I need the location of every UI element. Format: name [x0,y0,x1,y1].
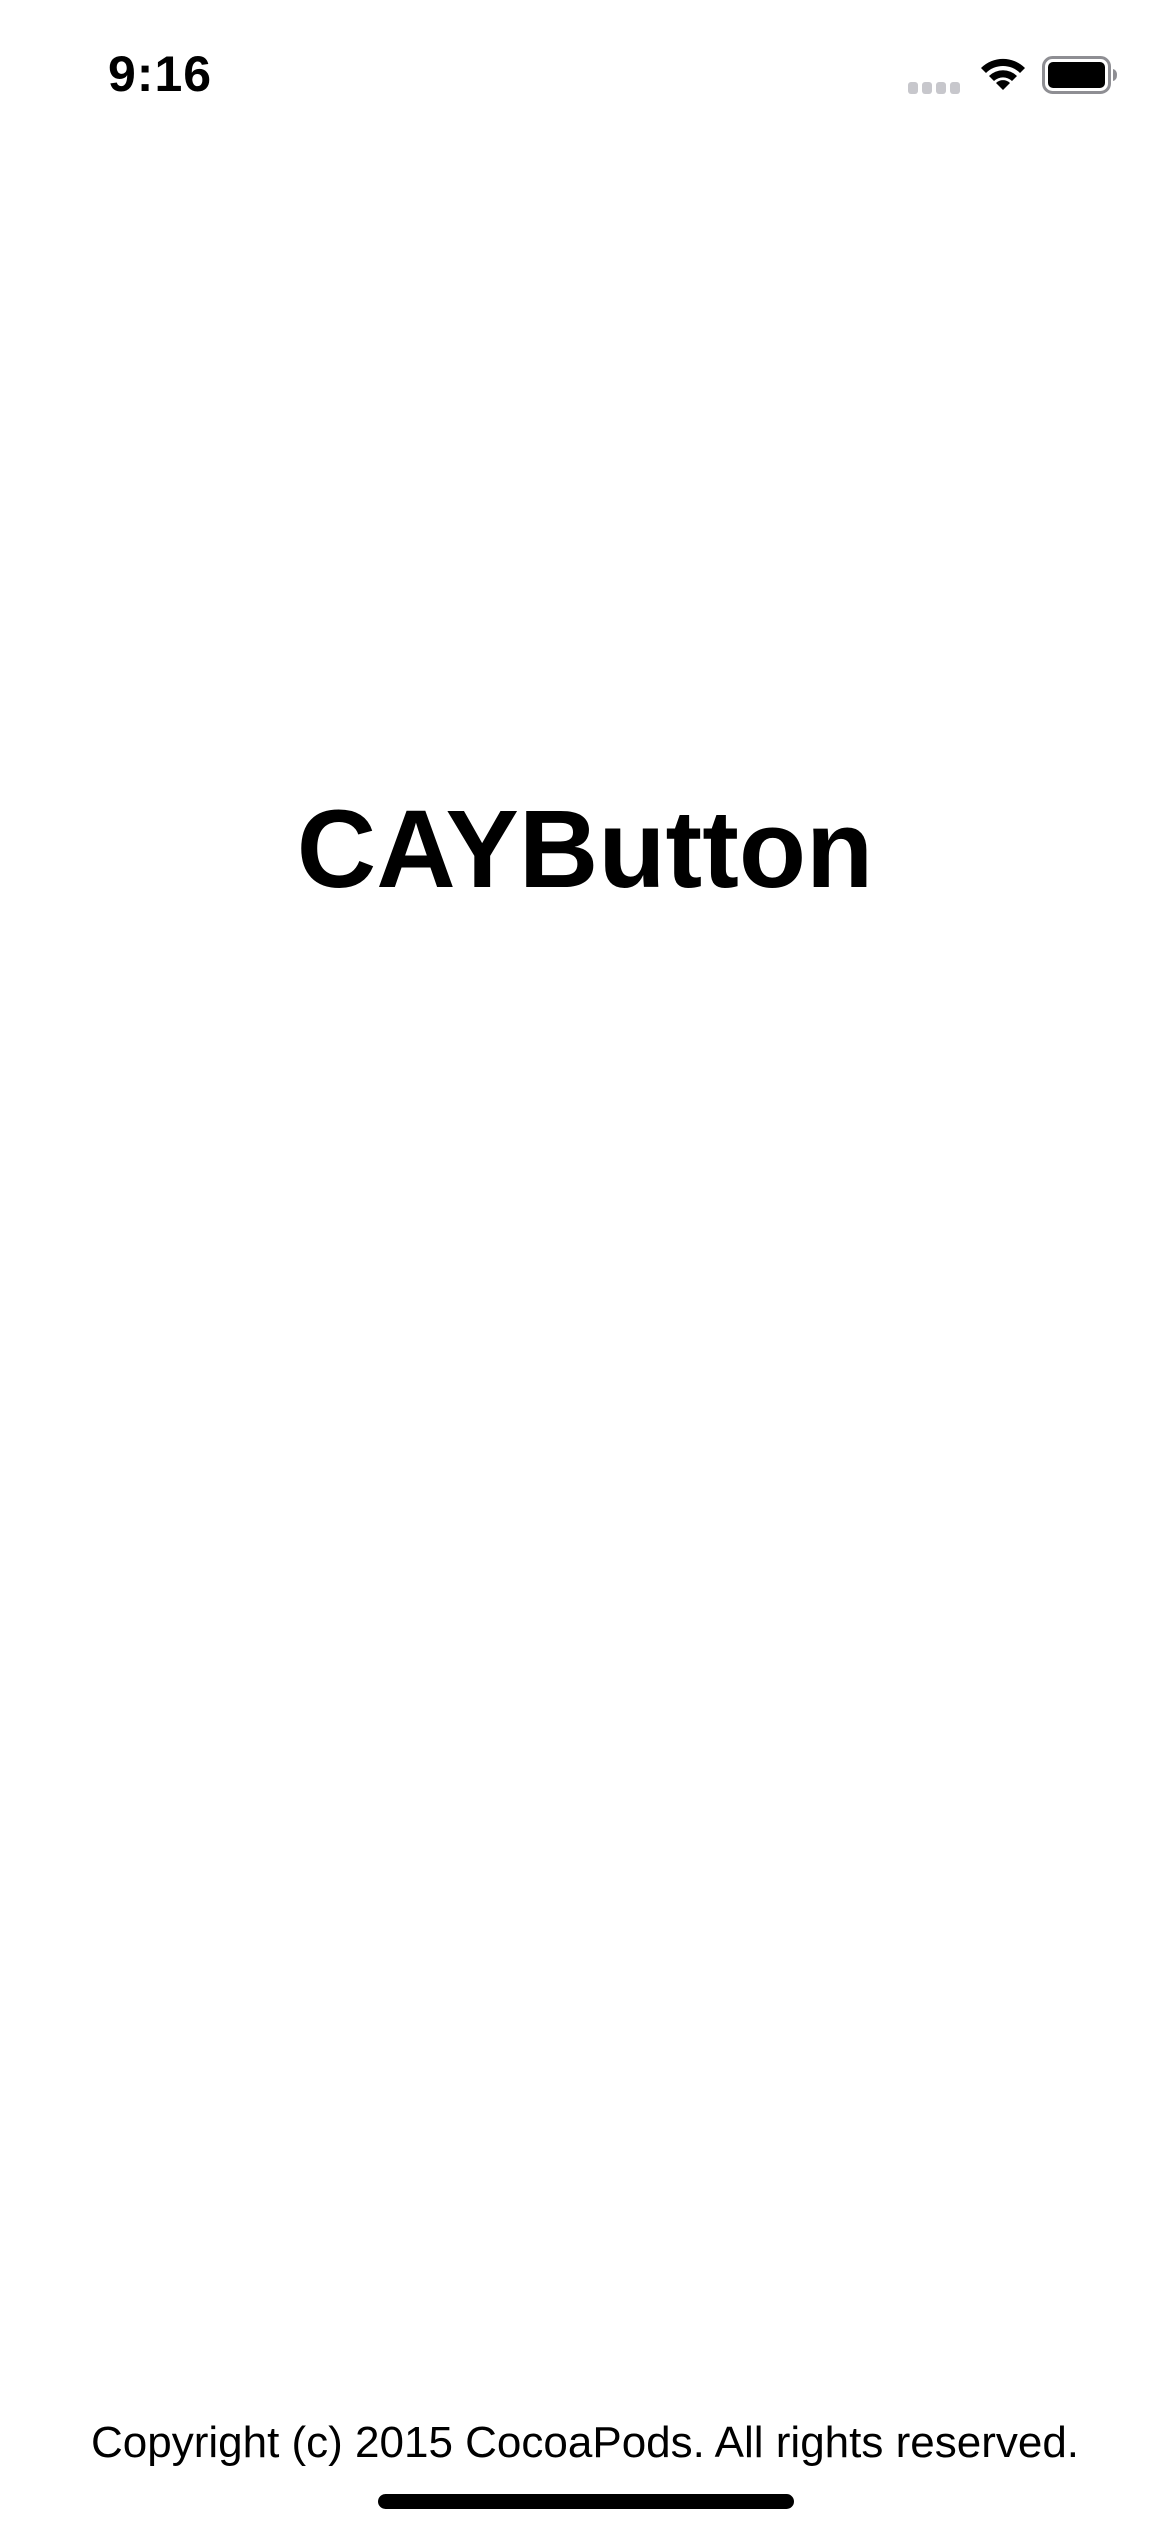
wifi-icon [981,58,1025,90]
home-indicator[interactable] [378,2494,794,2509]
app-title: CAYButton [296,788,874,911]
battery-icon [1042,56,1117,94]
cellular-signal-icon [908,82,960,94]
status-time: 9:16 [108,46,213,102]
status-bar: 9:16 [0,0,1170,150]
copyright-text: Copyright (c) 2015 CocoaPods. All rights… [90,2418,1080,2467]
